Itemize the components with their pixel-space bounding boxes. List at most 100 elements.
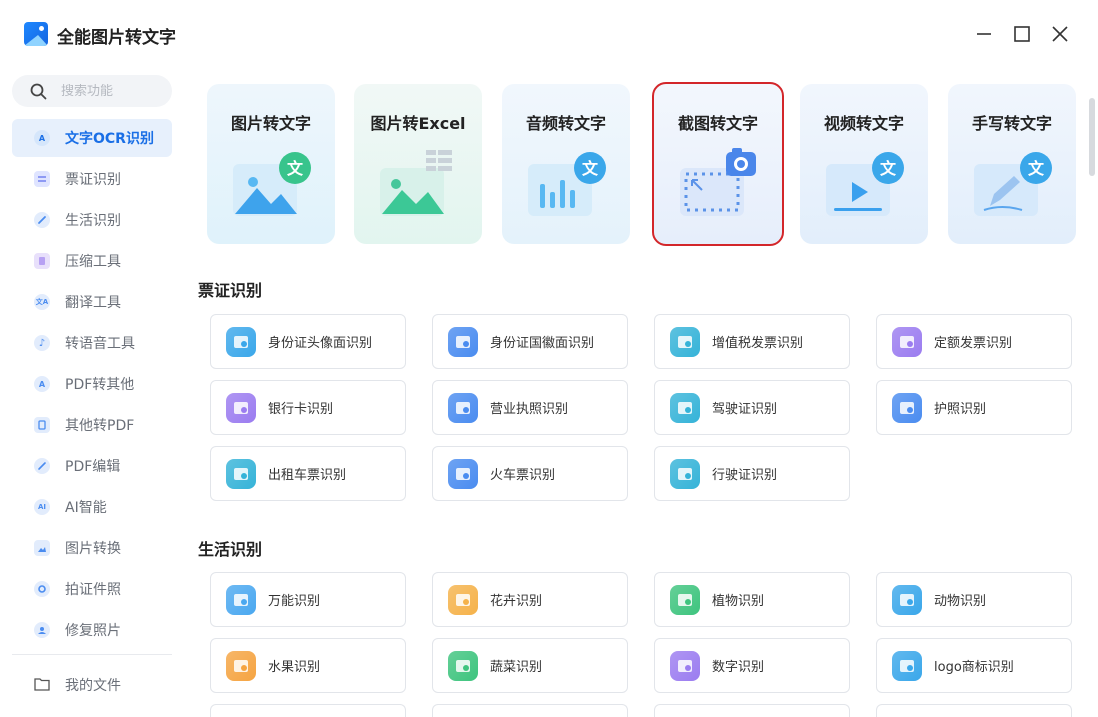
card-handwriting-to-text[interactable]: 手写转文字 文 xyxy=(948,84,1076,244)
card-image-to-text[interactable]: 图片转文字 文 xyxy=(207,84,335,244)
minimize-button[interactable] xyxy=(970,20,998,48)
text-badge-glyph: 文 xyxy=(582,159,599,178)
text-badge-glyph: 文 xyxy=(880,159,897,178)
card-video-to-text[interactable]: 视频转文字 文 xyxy=(800,84,928,244)
scrollbar-thumb[interactable] xyxy=(1089,98,1095,176)
tool-button[interactable]: 蔬菜识别 xyxy=(432,638,628,693)
search-input[interactable] xyxy=(61,83,161,99)
tool-button[interactable]: 身份证头像面识别 xyxy=(210,314,406,369)
tool-icon xyxy=(892,392,922,423)
sidebar-item-life[interactable]: 生活识别 xyxy=(12,201,172,239)
tool-label: 银行卡识别 xyxy=(268,402,334,417)
tool-icon xyxy=(892,584,922,615)
tool-button[interactable]: 出租车票识别 xyxy=(210,446,406,501)
tool-icon xyxy=(670,584,700,615)
sidebar: A 文字OCR识别 票证识别 生活识别 压缩工具 文A 翻译工具 ♪ 转语音工具… xyxy=(0,68,186,717)
app-logo-icon xyxy=(24,22,48,46)
sidebar-item-other-to-pdf[interactable]: 其他转PDF xyxy=(12,406,172,444)
maximize-icon xyxy=(1014,26,1030,42)
music-note-icon: ♪ xyxy=(34,335,50,351)
sidebar-item-image-convert[interactable]: 图片转换 xyxy=(12,529,172,567)
tool-button[interactable]: 银行卡识别 xyxy=(210,380,406,435)
search-icon xyxy=(30,83,47,99)
tool-button-partial[interactable] xyxy=(432,704,628,717)
sidebar-item-compress[interactable]: 压缩工具 xyxy=(12,242,172,280)
tool-button[interactable]: 水果识别 xyxy=(210,638,406,693)
tool-button[interactable]: 定额发票识别 xyxy=(876,314,1072,369)
sidebar-item-my-files[interactable]: 我的文件 xyxy=(12,666,172,704)
tool-label: 定额发票识别 xyxy=(934,336,1013,351)
tool-button[interactable]: 花卉识别 xyxy=(432,572,628,627)
sidebar-item-pdf-to-other[interactable]: A PDF转其他 xyxy=(12,365,172,403)
sidebar-item-translate[interactable]: 文A 翻译工具 xyxy=(12,283,172,321)
tool-button[interactable]: 火车票识别 xyxy=(432,446,628,501)
camera-icon xyxy=(34,581,50,597)
tool-icon xyxy=(448,584,478,615)
ai-icon: AI xyxy=(34,499,50,515)
audio-to-text-illustration-icon: 文 xyxy=(528,152,606,216)
tool-icon xyxy=(226,584,256,615)
sidebar-item-ai[interactable]: AI AI智能 xyxy=(12,488,172,526)
pen-icon xyxy=(34,212,50,228)
tool-button-partial[interactable] xyxy=(654,704,850,717)
tool-button[interactable]: 营业执照识别 xyxy=(432,380,628,435)
pdf-edit-icon xyxy=(34,458,50,474)
maximize-button[interactable] xyxy=(1008,20,1036,48)
tool-button[interactable]: 护照识别 xyxy=(876,380,1072,435)
tool-label: 行驶证识别 xyxy=(712,468,778,483)
tool-label: 火车票识别 xyxy=(490,468,556,483)
sidebar-item-repair-photo[interactable]: 修复照片 xyxy=(12,611,172,649)
image-convert-icon xyxy=(34,540,50,556)
sidebar-item-id-photo[interactable]: 拍证件照 xyxy=(12,570,172,608)
tool-icon xyxy=(226,650,256,681)
tool-label: logo商标识别 xyxy=(934,660,1014,675)
folder-icon xyxy=(34,676,50,695)
tool-icon xyxy=(670,326,700,357)
screenshot-to-text-illustration-icon xyxy=(680,148,756,216)
tool-button[interactable]: 动物识别 xyxy=(876,572,1072,627)
card-screenshot-to-text[interactable]: 截图转文字 xyxy=(652,82,784,246)
app-title: 全能图片转文字 xyxy=(57,28,176,48)
tool-icon xyxy=(226,392,256,423)
tool-icon xyxy=(670,650,700,681)
tool-icon xyxy=(670,392,700,423)
handwriting-to-text-illustration-icon: 文 xyxy=(974,152,1052,216)
section-title-life: 生活识别 xyxy=(198,540,263,559)
card-image-to-excel[interactable]: 图片转Excel xyxy=(354,84,482,244)
tool-label: 增值税发票识别 xyxy=(712,336,804,351)
tool-button[interactable]: 增值税发票识别 xyxy=(654,314,850,369)
tool-icon xyxy=(448,326,478,357)
tool-icon xyxy=(448,650,478,681)
tool-button[interactable]: 数字识别 xyxy=(654,638,850,693)
tool-button[interactable]: 身份证国徽面识别 xyxy=(432,314,628,369)
pdf-export-icon: A xyxy=(34,376,50,392)
close-button[interactable] xyxy=(1046,20,1074,48)
search-box[interactable] xyxy=(12,75,172,107)
video-to-text-illustration-icon: 文 xyxy=(826,152,904,216)
text-badge-glyph: 文 xyxy=(1028,159,1045,178)
tool-label: 植物识别 xyxy=(712,594,765,609)
tool-label: 营业执照识别 xyxy=(490,402,569,417)
repair-photo-icon xyxy=(34,622,50,638)
card-audio-to-text[interactable]: 音频转文字 文 xyxy=(502,84,630,244)
sidebar-item-ocr[interactable]: A 文字OCR识别 xyxy=(12,119,172,157)
tool-button[interactable]: 植物识别 xyxy=(654,572,850,627)
ocr-icon: A xyxy=(34,130,50,146)
tool-button-partial[interactable] xyxy=(210,704,406,717)
tool-icon xyxy=(226,326,256,357)
sidebar-item-pdf-edit[interactable]: PDF编辑 xyxy=(12,447,172,485)
tool-label: 身份证头像面识别 xyxy=(268,336,373,351)
tool-button[interactable]: 万能识别 xyxy=(210,572,406,627)
sidebar-item-tts[interactable]: ♪ 转语音工具 xyxy=(12,324,172,362)
sidebar-item-tickets[interactable]: 票证识别 xyxy=(12,160,172,198)
ticket-icon xyxy=(34,171,50,187)
tool-button[interactable]: 行驶证识别 xyxy=(654,446,850,501)
main-content: 图片转文字 文 图片转Excel 音频转文字 文 截图转文字 视频转文字 文 手… xyxy=(186,68,1098,717)
tool-button[interactable]: logo商标识别 xyxy=(876,638,1072,693)
image-to-text-illustration-icon: 文 xyxy=(233,152,311,216)
tool-label: 护照识别 xyxy=(934,402,987,417)
tool-button[interactable]: 驾驶证识别 xyxy=(654,380,850,435)
tool-button-partial[interactable] xyxy=(876,704,1072,717)
tool-label: 水果识别 xyxy=(268,660,321,675)
text-badge-glyph: 文 xyxy=(287,159,304,178)
